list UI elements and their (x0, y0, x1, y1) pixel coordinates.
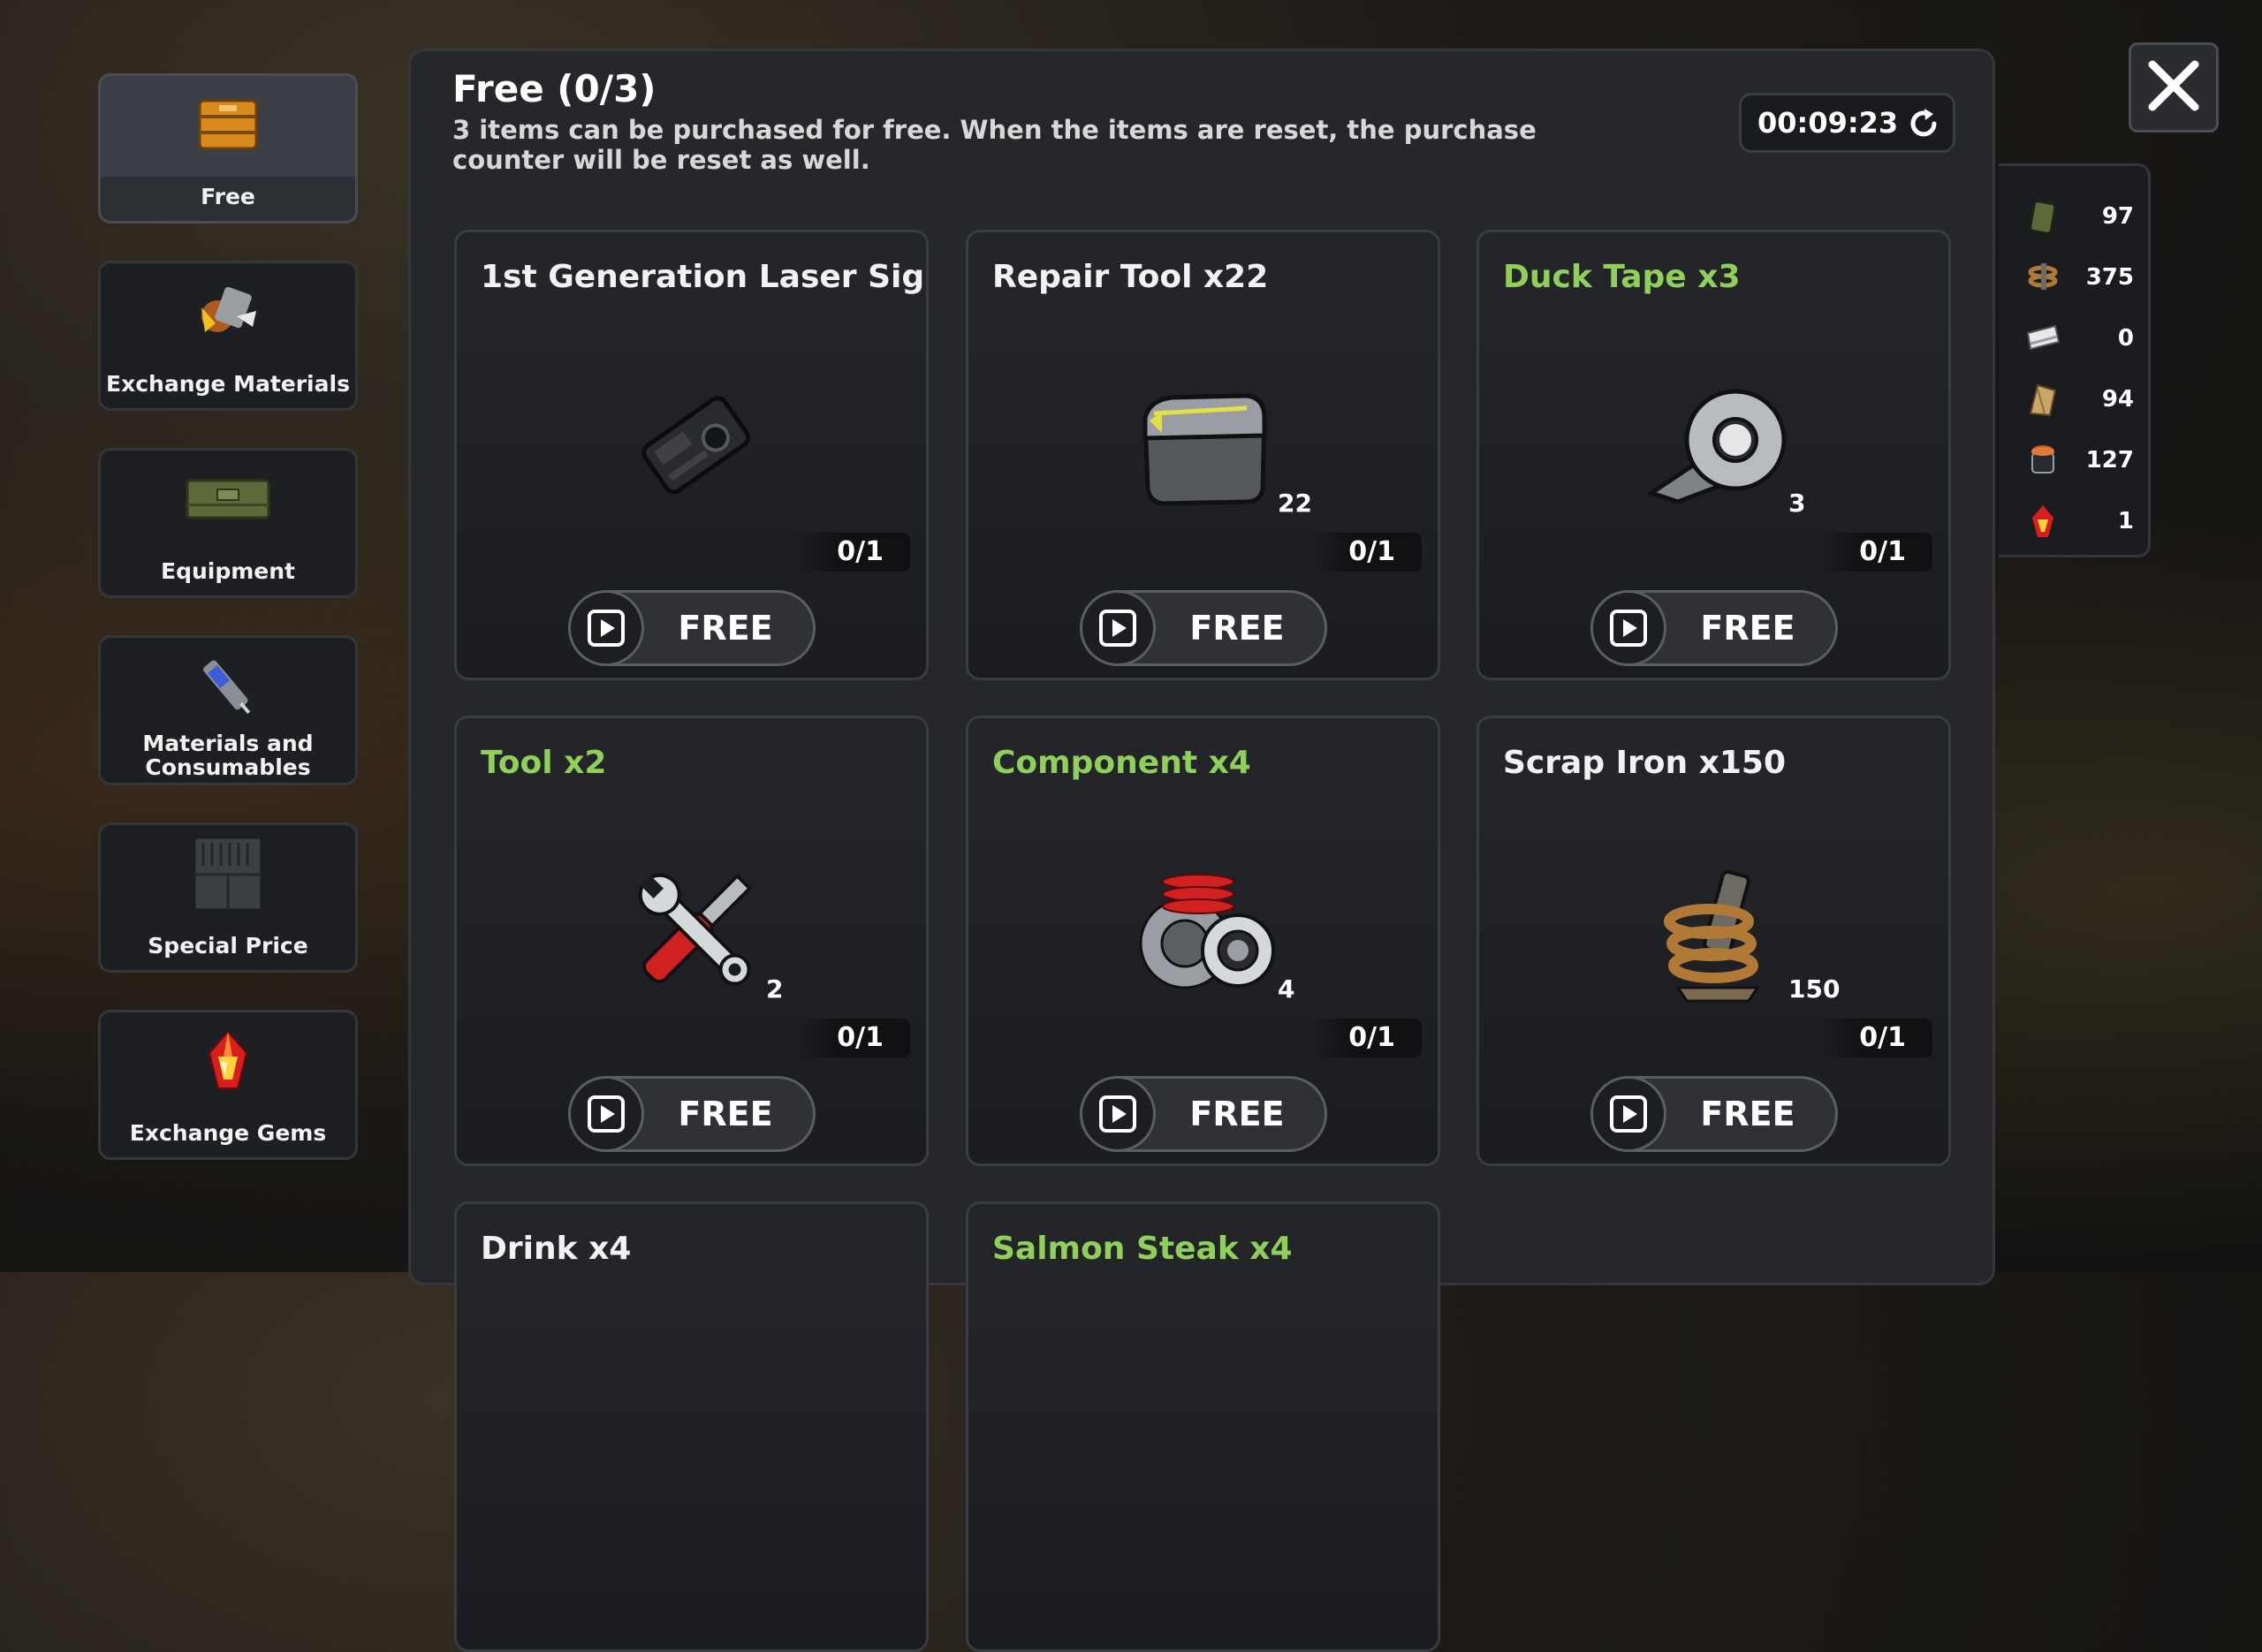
purchase-limit: 0/1 (1818, 1019, 1932, 1057)
play-video-icon (1590, 590, 1666, 666)
tab-materials-consumables-label: Materials and Consumables (142, 731, 314, 780)
scrap-iron-icon (2025, 260, 2061, 295)
resource-value: 375 (2085, 264, 2134, 291)
free-button-label: FREE (1700, 1095, 1795, 1133)
item-quantity: 3 (1788, 489, 1806, 518)
barrel-icon (2025, 443, 2061, 478)
close-icon (2145, 57, 2202, 117)
locker-icon (193, 836, 263, 915)
tab-exchange-gems[interactable]: Exchange Gems (98, 1010, 358, 1160)
gem-icon (2025, 504, 2061, 539)
tab-exchange-materials[interactable]: Exchange Materials (98, 261, 358, 411)
tab-exchange-materials-label: Exchange Materials (106, 371, 350, 397)
purchase-limit: 0/1 (1307, 1019, 1422, 1057)
item-card-tool: Tool x2 2 0/1 FREE (454, 716, 929, 1166)
gem-icon (206, 1030, 250, 1095)
laser-sight-icon (620, 369, 770, 519)
tab-equipment-label: Equipment (161, 558, 295, 584)
resource-value: 0 (2117, 325, 2134, 352)
page-title: Free (0/3) (452, 67, 657, 110)
free-button-label: FREE (678, 1095, 773, 1133)
close-button[interactable] (2129, 42, 2219, 133)
green-canister-icon (2025, 199, 2061, 235)
item-quantity: 4 (1278, 974, 1295, 1004)
free-claim-button[interactable]: FREE (568, 590, 816, 666)
item-card-duck-tape: Duck Tape x3 3 0/1 FREE (1476, 230, 1951, 680)
item-card-drink: Drink x4 (454, 1201, 929, 1652)
resource-panel: 97 375 0 94 127 1 (1999, 163, 2151, 557)
tab-equipment[interactable]: Equipment (98, 448, 358, 598)
item-card-repair-tool: Repair Tool x22 22 0/1 FREE (966, 230, 1440, 680)
refresh-icon[interactable] (1907, 107, 1940, 148)
item-title: 1st Generation Laser Sight (481, 259, 929, 295)
tab-materials-consumables[interactable]: Materials and Consumables (98, 635, 358, 785)
reset-timer: 00:09:23 (1739, 93, 1955, 153)
free-shop-panel: Free (0/3) 3 items can be purchased for … (408, 49, 1995, 1652)
resource-row: 94 (1999, 371, 2148, 424)
free-button-label: FREE (1700, 609, 1795, 648)
resource-row: 375 (1999, 249, 2148, 302)
resource-row: 1 (1999, 493, 2148, 546)
item-title: Duck Tape x3 (1503, 259, 1741, 295)
resource-row: 0 (1999, 310, 2148, 363)
resource-value: 1 (2117, 508, 2134, 534)
play-video-icon (568, 1076, 644, 1152)
timer-value: 00:09:23 (1757, 106, 1899, 140)
free-button-label: FREE (1189, 609, 1285, 648)
tab-exchange-gems-label: Exchange Gems (129, 1120, 327, 1146)
play-video-icon (1590, 1076, 1666, 1152)
tab-free[interactable]: Free (98, 73, 358, 224)
item-quantity: 2 (766, 974, 784, 1004)
free-button-label: FREE (678, 609, 773, 648)
item-title: Component x4 (992, 745, 1251, 781)
free-claim-button[interactable]: FREE (1080, 1076, 1327, 1152)
item-title: Scrap Iron x150 (1503, 745, 1787, 781)
resource-value: 97 (2101, 203, 2134, 230)
toolbox-icon (1132, 369, 1282, 519)
play-video-icon (568, 590, 644, 666)
purchase-limit: 0/1 (1307, 533, 1422, 572)
item-card-salmon-steak: Salmon Steak x4 (966, 1201, 1440, 1652)
leather-icon (2025, 382, 2061, 417)
shop-sidebar: Free Exchange Materials Equipment Materi… (98, 73, 360, 1197)
free-button-label: FREE (1189, 1095, 1285, 1133)
play-video-icon (1080, 1076, 1156, 1152)
resource-value: 127 (2085, 447, 2134, 474)
item-card-component: Component x4 4 0/1 FREE (966, 716, 1440, 1166)
scrap-iron-icon (1643, 855, 1793, 1005)
tab-special-price-label: Special Price (148, 933, 308, 959)
cloth-icon (2025, 321, 2061, 356)
item-title: Tool x2 (481, 745, 607, 781)
resource-row: 127 (1999, 432, 2148, 485)
wrench-screwdriver-icon (620, 855, 770, 1005)
resource-row: 97 (1999, 188, 2148, 241)
ammo-box-icon (186, 477, 270, 525)
item-card-scrap-iron: Scrap Iron x150 150 0/1 FREE (1476, 716, 1951, 1166)
free-claim-button[interactable]: FREE (1590, 590, 1838, 666)
duct-tape-icon (1643, 369, 1793, 519)
item-title: Repair Tool x22 (992, 259, 1269, 295)
tab-special-price[interactable]: Special Price (98, 822, 358, 973)
resource-value: 94 (2101, 386, 2134, 413)
free-claim-button[interactable]: FREE (568, 1076, 816, 1152)
item-card-laser-sight: 1st Generation Laser Sight 0/1 FREE (454, 230, 929, 680)
purchase-limit: 0/1 (1818, 533, 1932, 572)
free-claim-button[interactable]: FREE (1080, 590, 1327, 666)
panel-description: 3 items can be purchased for free. When … (452, 115, 1537, 175)
item-title: Salmon Steak x4 (992, 1231, 1293, 1267)
syringe-icon (193, 651, 263, 725)
item-quantity: 150 (1788, 974, 1841, 1004)
gear-spring-icon (1132, 855, 1282, 1005)
item-quantity: 22 (1278, 489, 1312, 518)
purchase-limit: 0/1 (795, 1019, 910, 1057)
crate-icon (198, 97, 258, 155)
exchange-materials-icon (193, 281, 263, 346)
tab-free-label: Free (201, 184, 255, 209)
free-claim-button[interactable]: FREE (1590, 1076, 1838, 1152)
purchase-limit: 0/1 (795, 533, 910, 572)
play-video-icon (1080, 590, 1156, 666)
item-title: Drink x4 (481, 1231, 632, 1267)
